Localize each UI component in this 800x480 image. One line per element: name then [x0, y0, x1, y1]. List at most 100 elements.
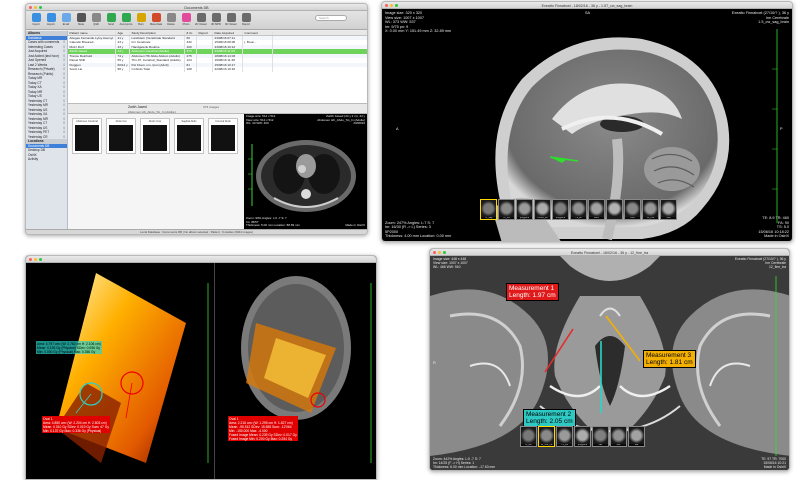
strip-thumbnail-label: SWI: [661, 217, 676, 219]
orientation-left-marker: R: [433, 361, 436, 365]
overlay-top-right: Exeatto Finnaboel (27/10/? ), 36 y Irm Ce…: [735, 257, 786, 269]
column-header[interactable]: Comment: [243, 31, 273, 35]
series-strip-thumbnail[interactable]: [606, 199, 623, 220]
series-strip-thumbnail[interactable]: dwi: [610, 426, 627, 447]
measurement-1-title: Measurement 1: [509, 284, 555, 292]
series-strip-thumbnail[interactable]: T2_tra: [556, 426, 573, 447]
toolbar-label: Meta-Data: [149, 23, 163, 26]
series-strip-thumbnail[interactable]: T2_cor: [498, 199, 515, 220]
series-thumbnail[interactable]: Abdomen Cerebral: [72, 118, 102, 154]
toolbar-label: Photo: [182, 23, 190, 26]
toolbar-import-button[interactable]: Import: [29, 13, 43, 26]
roi-stat-line: Fused Image Min: 0.200 Gy Max: 0.254 Gy: [229, 436, 293, 441]
roi-stat-line: Mean: 0.010 Gy SDev: 0.019 Gy Sum: 47 Gy: [43, 424, 109, 429]
strip-thumbnail-label: T2_tra: [557, 444, 572, 446]
overlay-top-right-line: 12_fine_tra: [769, 265, 786, 269]
toolbar-burn-button[interactable]: Burn: [134, 13, 148, 26]
toolbar-send-button[interactable]: Send: [104, 13, 118, 26]
column-header[interactable]: Report: [197, 31, 213, 35]
series-strip-thumbnail[interactable]: 12_fine: [642, 199, 659, 220]
image-viewport[interactable]: Image size: 320 x 320 View size: 1007 x 1…: [382, 9, 792, 241]
overlay-bottom-right: TE: 97 TR: 7000 15/06/16 10:21 Made in Osi…: [761, 457, 786, 469]
toolbar-label: Anonymize: [119, 23, 133, 26]
close-window-button[interactable]: [29, 258, 32, 261]
series-strip-thumbnail[interactable]: DWI: [624, 199, 641, 220]
series-strip-thumbnail[interactable]: 12_fine_tra: [538, 426, 555, 447]
overlay-bottom-right-line: Made in OsiriX: [763, 465, 786, 469]
toolbar-email-button[interactable]: Email: [59, 13, 73, 26]
minimize-window-button[interactable]: [34, 258, 37, 261]
toolbar-q-r-button[interactable]: Q&R: [89, 13, 103, 26]
roi-stat-line: Area: 2.216 cm² (W: 1.295 cm H: 1.827 cm…: [229, 420, 293, 425]
search-input[interactable]: Search: [315, 15, 347, 21]
series-strip-thumbnail[interactable]: T1_sag: [480, 199, 497, 220]
series-info-bar: Zarith Jawed Abdomen HK_Abdo_Tot_In (Adu…: [68, 103, 367, 114]
roi-red-stats-right: Oval 1 Area: 2.216 cm² (W: 1.295 cm H: 1.…: [228, 416, 298, 441]
series-thumbnail[interactable]: Coronal Abdo: [208, 118, 238, 154]
strip-thumbnail-label: T2_cor: [499, 217, 514, 219]
column-header[interactable]: Date Acquired: [213, 31, 243, 35]
series-strip-thumbnail[interactable]: T2_ax: [570, 199, 587, 220]
series-strip-thumbnail[interactable]: SWI: [660, 199, 677, 220]
right-fusion-pane[interactable]: Oval 1 Area: 2.216 cm² (W: 1.295 cm H: 1.…: [216, 263, 376, 479]
image-viewport[interactable]: Image size: 448 x 448 View size: 1007 x 1…: [430, 256, 789, 470]
measurement-2-length: Length: 2.05 cm: [526, 418, 573, 425]
toolbar-meta-data-button[interactable]: Meta-Data: [149, 13, 163, 26]
measurement-3-length: Length: 1.81 cm: [646, 359, 693, 366]
anonymize-icon: [121, 13, 131, 22]
series-strip-thumbnail[interactable]: polygone: [574, 426, 591, 447]
series-strip-thumbnail[interactable]: t1_tse: [520, 426, 537, 447]
overlay-top-left-line: X: 0.00 mm Y: 151.49 mm Z: 32.89 mm: [385, 29, 452, 34]
toolbar-4d-viewer-button[interactable]: 4D Viewer: [224, 13, 238, 26]
titlebar[interactable]: Exeatto Finnaboel - 18/02/16 - 36 y - 1.…: [382, 2, 792, 9]
column-header[interactable]: # im: [185, 31, 197, 35]
titlebar[interactable]: Documents DB: [26, 4, 367, 11]
toolbar-export-button[interactable]: Export: [44, 13, 58, 26]
column-header[interactable]: Study Description: [130, 31, 185, 35]
toolbar-3d-mpr-button[interactable]: 3D MPR: [209, 13, 223, 26]
strip-thumbnail-label: DWI: [625, 217, 640, 219]
toolbar-label: Email: [62, 23, 70, 26]
export-icon: [46, 13, 56, 22]
toolbar-photo-button[interactable]: Photo: [179, 13, 193, 26]
measurement-2-title: Measurement 2: [526, 410, 572, 418]
series-strip-thumbnail[interactable]: swi: [628, 426, 645, 447]
measurement-1-label[interactable]: Measurement 1 Length: 1.97 cm: [506, 283, 559, 301]
measurement-2-label[interactable]: Measurement 2 Length: 2.05 cm: [523, 409, 576, 427]
zoom-window-button[interactable]: [39, 258, 42, 261]
titlebar[interactable]: [26, 256, 376, 263]
preview-overlay-top-right: Zarith Jawed (44 y 2 m), 44 y Abdomen HK_…: [317, 114, 365, 126]
image-preview[interactable]: Image size: 512 x 512 View size: 512 x 51…: [244, 114, 367, 229]
series-strip-thumbnail[interactable]: flair: [592, 426, 609, 447]
strip-thumbnail-label: 12_fine: [643, 217, 658, 219]
measurement-3-label[interactable]: Measurement 3 Length: 1.81 cm: [643, 350, 696, 368]
strip-thumbnail-label: polygone: [575, 444, 590, 446]
series-image-count: 373 images: [203, 105, 219, 109]
toolbar-anonymize-button[interactable]: Anonymize: [119, 13, 133, 26]
toolbar-meta-button[interactable]: Meta: [74, 13, 88, 26]
toolbar-label: Meta: [78, 23, 84, 26]
toolbar-2d-viewer-button[interactable]: 2D Viewer: [194, 13, 208, 26]
orientation-top-marker: SA: [585, 11, 591, 15]
column-header[interactable]: Patient name: [68, 31, 116, 35]
axial-viewer-window: Exeatto Finnaboel - 18/02/16 - 36 y - 12…: [429, 248, 790, 471]
titlebar[interactable]: Exeatto Finnaboel - 18/02/16 - 36 y - 12…: [430, 249, 789, 256]
left-fusion-pane[interactable]: Area: 4.797 cm² (W: 2.782 cm H: 2.106 cm…: [26, 263, 215, 479]
series-strip-thumbnail[interactable]: MPR: [588, 199, 605, 220]
column-header[interactable]: Age: [116, 31, 130, 35]
toolbar-delete-button[interactable]: Delete: [164, 13, 178, 26]
table-cell: [197, 67, 213, 72]
preview-overlay-top-left: Image size: 512 x 512 View size: 512 x 51…: [246, 114, 275, 126]
thumbnail-label: Abdo Cal: [115, 119, 127, 123]
series-thumbnail[interactable]: Abdo Corp: [140, 118, 170, 154]
toolbar-report-button[interactable]: Report: [239, 13, 253, 26]
series-thumbnail[interactable]: Sagittal Abdo: [174, 118, 204, 154]
table-row[interactable]: Sonic Lie 58 y Ct Abdo Total 108 22/08/16 10…: [68, 67, 367, 72]
location-item[interactable]: Activity: [26, 157, 67, 162]
series-strip-thumbnail[interactable]: FLAIR_ax: [534, 199, 551, 220]
thumbnail-label: Abdomen Cerebral: [76, 119, 98, 123]
series-thumbnail[interactable]: Abdo Cal: [106, 118, 136, 154]
series-strip-thumbnail[interactable]: polygone: [552, 199, 569, 220]
series-strip-thumbnail[interactable]: polygone: [516, 199, 533, 220]
preview-overlay-bottom-right-line: Made in OsiriX: [345, 223, 365, 228]
